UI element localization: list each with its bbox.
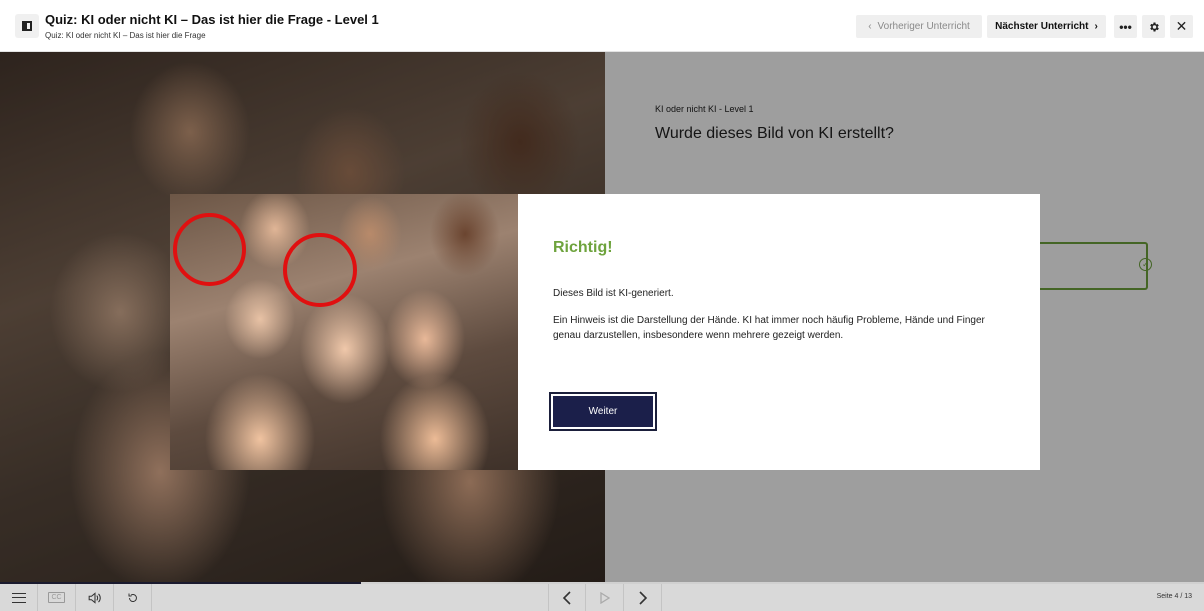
selected-answer-option [1040, 242, 1148, 290]
feedback-verdict: Dieses Bild ist KI-generiert. [553, 288, 674, 299]
volume-button[interactable] [76, 584, 114, 611]
lesson-subtitle: Quiz: KI oder nicht KI – Das ist hier di… [45, 31, 206, 40]
previous-lesson-label: Vorheriger Unterricht [877, 21, 970, 32]
replay-button[interactable] [114, 584, 152, 611]
speaker-icon [88, 591, 101, 604]
menu-icon [11, 592, 26, 603]
chevron-left-icon [562, 590, 571, 605]
player-controls: CC Seite 4 / 13 [0, 584, 1204, 611]
feedback-photo [170, 194, 518, 470]
close-icon: ✕ [1175, 18, 1188, 34]
next-lesson-label: Nächster Unterricht [995, 21, 1089, 32]
feedback-title: Richtig! [553, 239, 613, 256]
next-slide-button[interactable] [624, 584, 662, 611]
chevron-right-icon [638, 590, 647, 605]
gear-icon [1149, 22, 1159, 31]
continue-button[interactable]: Weiter [553, 396, 653, 427]
more-icon: ••• [1119, 19, 1132, 34]
next-lesson-button[interactable]: Nächster Unterricht › [987, 15, 1106, 38]
previous-lesson-button[interactable]: ‹ Vorheriger Unterricht [856, 15, 982, 38]
hand-highlight-circle [173, 213, 246, 286]
chevron-right-icon: › [1094, 21, 1098, 32]
check-icon: ✓ [1139, 258, 1152, 271]
close-button[interactable]: ✕ [1170, 15, 1193, 38]
quiz-kicker: KI oder nicht KI - Level 1 [655, 104, 754, 114]
continue-button-focus-ring: Weiter [549, 392, 657, 431]
chevron-left-icon: ‹ [868, 21, 872, 32]
lesson-title: Quiz: KI oder nicht KI – Das ist hier di… [45, 12, 379, 27]
more-options-button[interactable]: ••• [1114, 15, 1137, 38]
page-counter: Seite 4 / 13 [1156, 593, 1192, 600]
replay-icon [128, 593, 137, 602]
lesson-header: Quiz: KI oder nicht KI – Das ist hier di… [0, 0, 1204, 52]
captions-icon: CC [48, 592, 65, 603]
feedback-modal: Richtig! Dieses Bild ist KI-generiert. E… [170, 194, 1040, 470]
sidebar-toggle-button[interactable] [15, 14, 39, 38]
feedback-explanation: Ein Hinweis ist die Darstellung der Händ… [553, 315, 985, 341]
sidebar-icon [22, 21, 32, 31]
captions-button[interactable]: CC [38, 584, 76, 611]
lesson-progress-bar [0, 582, 1204, 584]
previous-slide-button[interactable] [548, 584, 586, 611]
hand-highlight-circle [283, 233, 357, 307]
play-button[interactable] [586, 584, 624, 611]
menu-button[interactable] [0, 584, 38, 611]
settings-button[interactable] [1142, 15, 1165, 38]
quiz-question: Wurde dieses Bild von KI erstellt? [655, 125, 894, 142]
play-icon [599, 591, 610, 604]
lesson-progress-fill [0, 582, 362, 584]
